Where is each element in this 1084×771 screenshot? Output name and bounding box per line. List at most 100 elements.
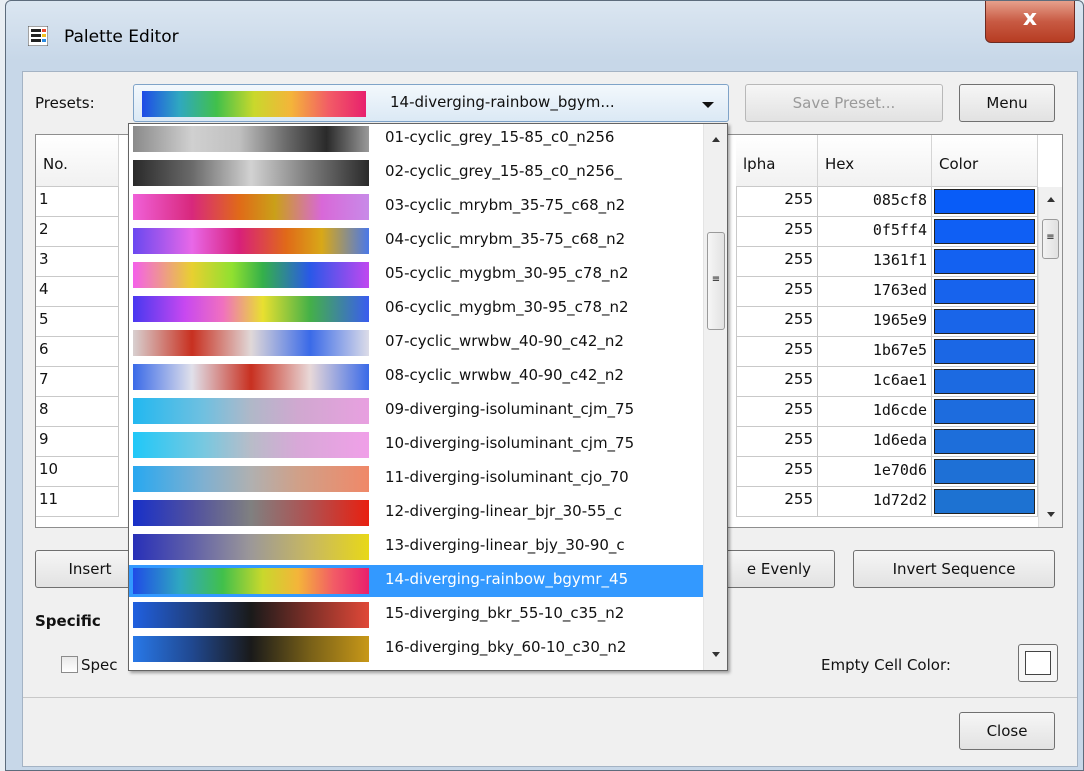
preset-option[interactable]: 10-diverging-isoluminant_cjm_75 [129,429,703,461]
dropdown-scrollbar[interactable]: ≡ [703,124,727,670]
preset-gradient-swatch [133,398,369,424]
alpha-value[interactable]: 255 [736,457,818,487]
alpha-value[interactable]: 255 [736,487,818,517]
hex-value[interactable]: 1e70d6 [818,457,932,487]
column-header-no[interactable]: No. [36,135,119,187]
color-swatch-cell[interactable] [932,187,1038,217]
alpha-value[interactable]: 255 [736,187,818,217]
hex-value[interactable]: 1c6ae1 [818,367,932,397]
row-number[interactable]: 4 [36,277,119,307]
presets-dropdown-list[interactable]: 01-cyclic_grey_15-85_c0_n256 02-cyclic_gr… [128,123,728,671]
alpha-value[interactable]: 255 [736,307,818,337]
table-scroll-thumb[interactable]: ≡ [1042,219,1059,259]
color-swatch-cell[interactable] [932,487,1038,517]
row-number[interactable]: 8 [36,397,119,427]
preset-option[interactable]: 01-cyclic_grey_15-85_c0_n256 [129,124,703,155]
save-preset-button[interactable]: Save Preset... [745,84,943,122]
preset-option[interactable]: 15-diverging_bkr_55-10_c35_n2 [129,599,703,631]
menu-button[interactable]: Menu [959,84,1055,122]
table-scrollbar[interactable]: ≡ [1038,187,1062,527]
preset-option[interactable]: 11-diverging-isoluminant_cjo_70 [129,463,703,495]
preset-option[interactable]: 08-cyclic_wrwbw_40-90_c42_n2 [129,361,703,393]
close-window-button[interactable]: x [985,1,1075,43]
dropdown-scroll-thumb[interactable]: ≡ [707,232,725,330]
distribute-evenly-button[interactable]: e Evenly [723,550,835,588]
preset-gradient-swatch [133,330,369,356]
row-number[interactable]: 9 [36,427,119,457]
column-header-color[interactable]: Color [932,135,1038,187]
color-swatch [934,369,1035,394]
preset-option[interactable]: 02-cyclic_grey_15-85_c0_n256_ [129,157,703,189]
preset-option[interactable]: 04-cyclic_mrybm_35-75_c68_n2 [129,225,703,257]
preset-option-label: 03-cyclic_mrybm_35-75_c68_n2 [385,196,626,214]
color-swatch-cell[interactable] [932,367,1038,397]
hex-value[interactable]: 085cf8 [818,187,932,217]
preset-option[interactable]: 09-diverging-isoluminant_cjm_75 [129,395,703,427]
color-swatch-cell[interactable] [932,277,1038,307]
row-number[interactable]: 5 [36,307,119,337]
hex-value[interactable]: 1d6cde [818,397,932,427]
column-header-alpha[interactable]: lpha [736,135,818,187]
preset-option[interactable]: 14-diverging-rainbow_bgymr_45 [129,565,703,597]
scroll-down-icon[interactable] [712,652,720,657]
preset-option[interactable]: 05-cyclic_mygbm_30-95_c78_n2 [129,259,703,291]
color-swatch-cell[interactable] [932,247,1038,277]
close-button[interactable]: Close [959,712,1055,750]
alpha-value[interactable]: 255 [736,247,818,277]
title-bar: Palette Editor x [6,1,1083,71]
scroll-up-icon[interactable] [1047,197,1055,202]
color-swatch-cell[interactable] [932,307,1038,337]
row-number[interactable]: 6 [36,337,119,367]
presets-combobox[interactable]: 14-diverging-rainbow_bgym... [133,84,729,122]
hex-value[interactable]: 1965e9 [818,307,932,337]
color-swatch [934,489,1035,514]
preset-option-label: 04-cyclic_mrybm_35-75_c68_n2 [385,230,626,248]
preset-gradient-swatch [133,568,369,594]
hex-value[interactable]: 1d72d2 [818,487,932,517]
alpha-value[interactable]: 255 [736,217,818,247]
color-swatch [934,279,1035,304]
specific-checkbox[interactable] [61,656,78,673]
hex-value[interactable]: 1d6eda [818,427,932,457]
invert-sequence-button[interactable]: Invert Sequence [853,550,1055,588]
empty-cell-color-button[interactable] [1018,644,1058,682]
preset-gradient-swatch [133,500,369,526]
hex-value[interactable]: 1763ed [818,277,932,307]
scroll-up-icon[interactable] [712,137,720,142]
preset-option[interactable]: 16-diverging_bky_60-10_c30_n2 [129,633,703,665]
alpha-value[interactable]: 255 [736,427,818,457]
row-number[interactable]: 10 [36,457,119,487]
color-swatch-cell[interactable] [932,337,1038,367]
hex-value[interactable]: 1361f1 [818,247,932,277]
preset-option[interactable]: 12-diverging-linear_bjr_30-55_c [129,497,703,529]
scroll-down-icon[interactable] [1047,512,1055,517]
preset-option[interactable]: 13-diverging-linear_bjy_30-90_c [129,531,703,563]
preset-option-label: 07-cyclic_wrwbw_40-90_c42_n2 [385,332,624,350]
preset-option-label: 05-cyclic_mygbm_30-95_c78_n2 [385,264,629,282]
close-icon: x [1022,6,1038,31]
alpha-value[interactable]: 255 [736,367,818,397]
alpha-value[interactable]: 255 [736,337,818,367]
column-header-hex[interactable]: Hex [818,135,932,187]
hex-value[interactable]: 0f5ff4 [818,217,932,247]
row-number[interactable]: 11 [36,487,119,517]
row-number[interactable]: 7 [36,367,119,397]
row-number[interactable]: 3 [36,247,119,277]
color-swatch-cell[interactable] [932,457,1038,487]
preset-gradient-swatch [133,126,369,152]
color-swatch [934,429,1035,454]
alpha-value[interactable]: 255 [736,277,818,307]
color-swatch-cell[interactable] [932,397,1038,427]
color-swatch-cell[interactable] [932,217,1038,247]
preset-option-label: 01-cyclic_grey_15-85_c0_n256 [385,128,615,146]
color-swatch [934,339,1035,364]
preset-option[interactable]: 06-cyclic_mygbm_30-95_c78_n2 [129,293,703,325]
preset-option[interactable]: 03-cyclic_mrybm_35-75_c68_n2 [129,191,703,223]
preset-option[interactable]: 07-cyclic_wrwbw_40-90_c42_n2 [129,327,703,359]
row-number[interactable]: 1 [36,187,119,217]
alpha-value[interactable]: 255 [736,397,818,427]
preset-option-label: 14-diverging-rainbow_bgymr_45 [385,570,629,588]
row-number[interactable]: 2 [36,217,119,247]
hex-value[interactable]: 1b67e5 [818,337,932,367]
color-swatch-cell[interactable] [932,427,1038,457]
